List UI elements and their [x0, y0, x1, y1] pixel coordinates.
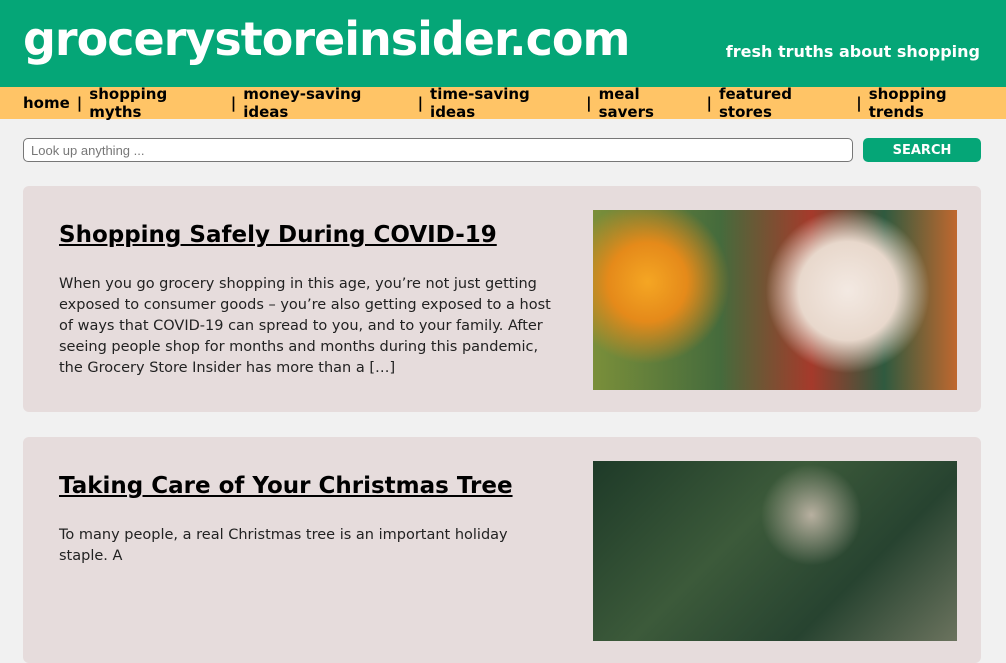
site-logo[interactable]: grocerystoreinsider.com [23, 12, 630, 66]
nav-meal-savers[interactable]: meal savers [599, 85, 700, 121]
article-excerpt: To many people, a real Christmas tree is… [59, 527, 508, 564]
nav-separator: | [230, 94, 237, 112]
nav-home[interactable]: home [23, 94, 70, 112]
nav-separator: | [586, 94, 592, 112]
nav-separator: | [706, 94, 712, 112]
nav-money-saving-ideas[interactable]: money-saving ideas [243, 85, 410, 121]
article-title-link[interactable]: Shopping Safely During COVID-19 [59, 222, 497, 248]
article-image[interactable] [593, 461, 957, 641]
article-image[interactable] [593, 210, 957, 390]
site-tagline: fresh truths about shopping [725, 42, 980, 61]
nav-separator: | [856, 94, 862, 112]
search-input[interactable] [23, 138, 853, 162]
article-card: Taking Care of Your Christmas Tree To ma… [23, 437, 981, 663]
search-button[interactable]: SEARCH [863, 138, 981, 162]
site-header: grocerystoreinsider.com fresh truths abo… [0, 0, 1006, 87]
nav-time-saving-ideas[interactable]: time-saving ideas [430, 85, 579, 121]
nav-separator: | [417, 94, 424, 112]
article-excerpt: When you go grocery shopping in this age… [59, 276, 551, 376]
nav-featured-stores[interactable]: featured stores [719, 85, 849, 121]
nav-separator: | [76, 94, 83, 112]
article-title-link[interactable]: Taking Care of Your Christmas Tree [59, 473, 513, 499]
main-nav: home | shopping myths | money-saving ideas… [0, 85, 1006, 121]
article-card: Shopping Safely During COVID-19 When you… [23, 186, 981, 412]
nav-shopping-myths[interactable]: shopping myths [89, 85, 223, 121]
nav-shopping-trends[interactable]: shopping trends [869, 85, 1006, 121]
